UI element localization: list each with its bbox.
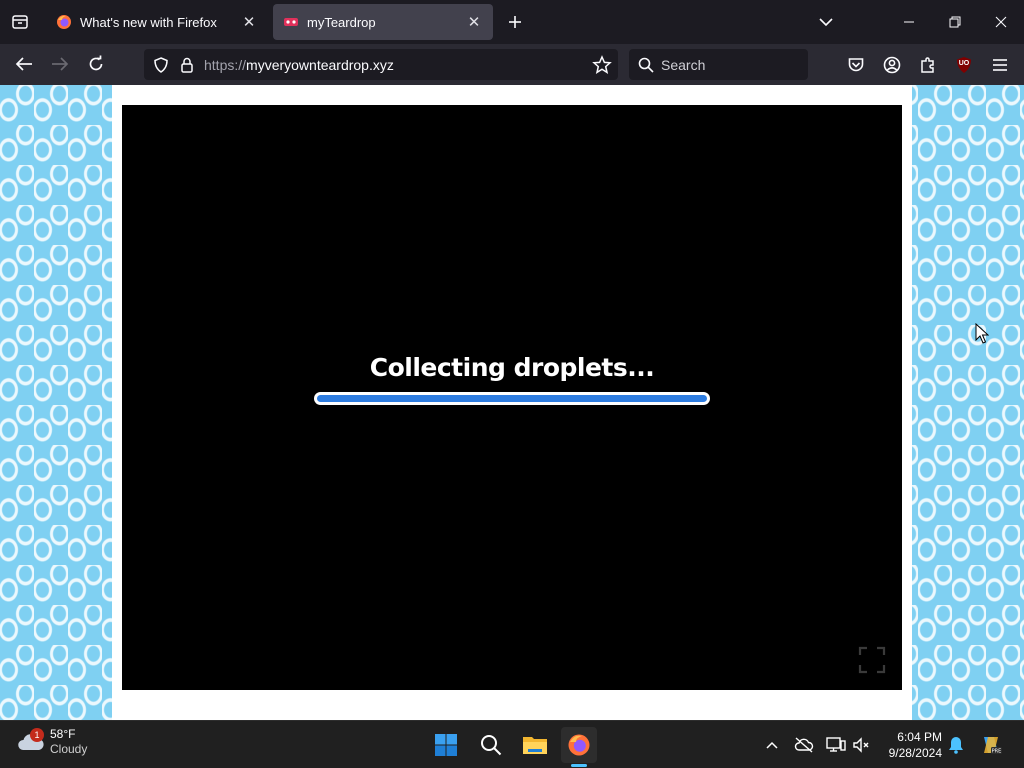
close-window-button[interactable] (978, 0, 1024, 44)
weather-temperature: 58°F (50, 727, 76, 741)
reload-button[interactable] (81, 50, 111, 78)
tab-strip: What's new with Firefox ✕ myTeardrop ✕ (0, 0, 1024, 44)
url-host: myveryownteardrop.xyz (246, 56, 394, 73)
cloud-icon: 1 (16, 727, 46, 757)
search-icon (638, 57, 654, 73)
url-scheme: https:// (204, 56, 247, 73)
active-app-indicator (571, 764, 587, 767)
arrow-right-icon (52, 57, 69, 71)
clock-time: 6:04 PM (897, 730, 942, 744)
show-hidden-icons-button[interactable] (760, 733, 784, 757)
pocket-button[interactable] (842, 51, 870, 79)
firefox-view-button[interactable] (6, 8, 34, 36)
weather-widget[interactable]: 1 58°F Cloudy (16, 727, 87, 757)
tab-myteardrop[interactable]: myTeardrop ✕ (273, 4, 493, 40)
pocket-icon (848, 58, 864, 72)
system-clock[interactable]: 6:04 PM 9/28/2024 (880, 729, 942, 761)
notifications-button[interactable] (944, 733, 968, 757)
tab-whats-new[interactable]: What's new with Firefox ✕ (46, 4, 268, 40)
copilot-icon: PRE (984, 737, 1002, 755)
network-icon (826, 737, 846, 752)
minimize-icon (904, 21, 914, 23)
fullscreen-icon[interactable] (858, 646, 886, 674)
copilot-button[interactable]: PRE (979, 733, 1003, 757)
firefox-icon (568, 734, 590, 756)
firefox-favicon-icon (57, 15, 71, 29)
weather-alert-badge: 1 (30, 728, 44, 742)
network-button[interactable] (824, 733, 848, 757)
mouse-cursor-icon (975, 323, 989, 344)
forward-button[interactable] (45, 50, 75, 78)
restore-icon (949, 16, 961, 28)
file-explorer-button[interactable] (517, 727, 553, 763)
loading-progress-bar (314, 392, 710, 405)
reload-icon (89, 55, 103, 71)
chevron-down-icon (819, 18, 833, 27)
tracking-protection-shield-icon[interactable] (152, 56, 170, 74)
address-bar[interactable]: https://myveryownteardrop.xyz (144, 49, 618, 80)
search-icon (481, 735, 502, 756)
account-icon (883, 56, 901, 74)
volume-button[interactable] (849, 733, 873, 757)
start-button[interactable] (428, 727, 464, 763)
tab-title: myTeardrop (307, 14, 376, 30)
lock-icon[interactable] (180, 57, 194, 73)
firefox-view-icon (12, 15, 28, 29)
clock-date: 9/28/2024 (888, 746, 942, 760)
chevron-up-icon (766, 741, 778, 749)
minimize-button[interactable] (886, 0, 932, 44)
speaker-muted-icon (853, 737, 869, 753)
loading-progress-fill (317, 395, 707, 402)
close-icon (995, 16, 1007, 28)
page-viewport: Collecting droplets... (0, 85, 1024, 720)
bell-icon (949, 737, 963, 754)
close-tab-icon[interactable]: ✕ (465, 13, 483, 31)
url-text[interactable]: https://myveryownteardrop.xyz (204, 57, 592, 73)
new-tab-button[interactable] (502, 8, 528, 36)
svg-text:PRE: PRE (992, 749, 1002, 755)
folder-icon (523, 737, 547, 754)
plus-icon (509, 16, 521, 28)
ublock-button[interactable]: UO (950, 51, 978, 79)
search-placeholder: Search (661, 56, 706, 73)
tab-title: What's new with Firefox (80, 14, 217, 30)
ublock-label: UO (958, 60, 970, 67)
windows-taskbar: 1 58°F Cloudy 6:04 PM 9/28/2024 PRE (0, 720, 1024, 768)
app-menu-button[interactable] (986, 51, 1014, 79)
onedrive-status-button[interactable] (792, 733, 816, 757)
account-button[interactable] (878, 51, 906, 79)
game-canvas[interactable]: Collecting droplets... (122, 105, 902, 690)
bookmark-star-icon[interactable] (592, 54, 612, 75)
puzzle-icon (921, 57, 934, 73)
navigation-toolbar: https://myveryownteardrop.xyz Search UO (0, 44, 1024, 85)
list-all-tabs-button[interactable] (812, 8, 840, 36)
windows-logo-icon (435, 734, 457, 756)
hamburger-menu-icon (993, 59, 1007, 71)
search-bar[interactable]: Search (629, 49, 808, 80)
arrow-left-icon (15, 57, 32, 71)
teardrop-favicon-icon (284, 18, 298, 26)
weather-condition: Cloudy (50, 742, 88, 756)
extensions-button[interactable] (914, 51, 942, 79)
loading-message: Collecting droplets... (369, 353, 655, 382)
close-tab-icon[interactable]: ✕ (240, 13, 258, 31)
taskbar-search-button[interactable] (473, 727, 509, 763)
restore-button[interactable] (932, 0, 978, 44)
cloud-offline-icon (794, 737, 814, 753)
taskbar-firefox-button[interactable] (561, 727, 597, 763)
back-button[interactable] (9, 50, 39, 78)
